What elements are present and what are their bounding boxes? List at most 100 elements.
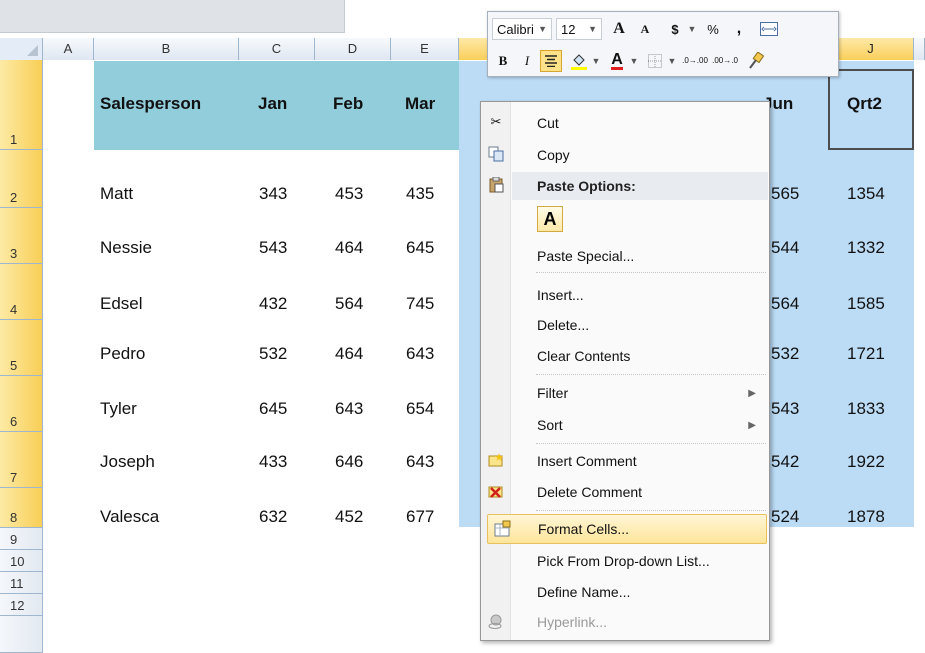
name-box[interactable] bbox=[0, 0, 345, 33]
row-header-8[interactable]: 8 bbox=[0, 488, 43, 528]
cell-jun[interactable]: 565 bbox=[771, 176, 799, 212]
cell-jan[interactable]: 343 bbox=[259, 176, 287, 212]
cell-jun[interactable]: 524 bbox=[771, 499, 799, 535]
menu-item-paste-special[interactable]: Paste Special... bbox=[512, 241, 768, 271]
row-header-13[interactable] bbox=[0, 616, 43, 653]
menu-item-insert[interactable]: Insert... bbox=[512, 280, 768, 310]
comma-style-button[interactable]: , bbox=[728, 18, 750, 40]
cell-feb[interactable]: 643 bbox=[335, 391, 363, 427]
fill-color-button[interactable] bbox=[568, 50, 590, 72]
currency-button[interactable]: $ bbox=[664, 18, 686, 40]
font-size-dropdown[interactable]: 12 ▼ bbox=[556, 18, 602, 40]
row-header-6[interactable]: 6 bbox=[0, 376, 43, 432]
header-feb[interactable]: Feb bbox=[333, 84, 363, 124]
column-header-j[interactable]: J bbox=[828, 38, 914, 60]
cell-mar[interactable]: 435 bbox=[406, 176, 434, 212]
column-header-d[interactable]: D bbox=[315, 38, 391, 60]
menu-item-copy[interactable]: Copy bbox=[488, 140, 768, 170]
cell-name[interactable]: Matt bbox=[100, 176, 133, 212]
cell-mar[interactable]: 677 bbox=[406, 499, 434, 535]
menu-item-delete-comment[interactable]: Delete Comment bbox=[488, 477, 768, 507]
cell-qrt2[interactable]: 1721 bbox=[847, 336, 885, 372]
cell-mar[interactable]: 643 bbox=[406, 444, 434, 480]
format-painter-button[interactable] bbox=[744, 50, 766, 72]
cell-name[interactable]: Valesca bbox=[100, 499, 159, 535]
cell-qrt2[interactable]: 1878 bbox=[847, 499, 885, 535]
cell-jun[interactable]: 544 bbox=[771, 230, 799, 266]
cell-feb[interactable]: 646 bbox=[335, 444, 363, 480]
cell-name[interactable]: Joseph bbox=[100, 444, 155, 480]
decrease-decimal-button[interactable]: .00→.0 bbox=[712, 50, 738, 72]
chevron-down-icon[interactable]: ▼ bbox=[590, 50, 602, 72]
cell-feb[interactable]: 453 bbox=[335, 176, 363, 212]
row-header-5[interactable]: 5 bbox=[0, 320, 43, 376]
cell-jan[interactable]: 632 bbox=[259, 499, 287, 535]
cell-mar[interactable]: 643 bbox=[406, 336, 434, 372]
grow-font-button[interactable]: A bbox=[608, 18, 630, 40]
column-header-e[interactable]: E bbox=[391, 38, 459, 60]
row-header-3[interactable]: 3 bbox=[0, 208, 43, 264]
italic-button[interactable]: I bbox=[516, 50, 538, 72]
borders-button[interactable] bbox=[644, 50, 666, 72]
merge-center-button[interactable] bbox=[758, 18, 780, 40]
cell-feb[interactable]: 464 bbox=[335, 336, 363, 372]
menu-item-pick-from-list[interactable]: Pick From Drop-down List... bbox=[512, 546, 768, 576]
cell-name[interactable]: Pedro bbox=[100, 336, 145, 372]
row-header-7[interactable]: 7 bbox=[0, 432, 43, 488]
cell-jun[interactable]: 542 bbox=[771, 444, 799, 480]
menu-item-sort[interactable]: Sort ▶ bbox=[512, 410, 768, 440]
cell-jun[interactable]: 532 bbox=[771, 336, 799, 372]
row-header-2[interactable]: 2 bbox=[0, 150, 43, 208]
font-name-dropdown[interactable]: Calibri ▼ bbox=[492, 18, 552, 40]
font-color-button[interactable]: A bbox=[606, 50, 628, 72]
cell-jan[interactable]: 543 bbox=[259, 230, 287, 266]
row-header-10[interactable]: 10 bbox=[0, 550, 43, 572]
cell-jan[interactable]: 645 bbox=[259, 391, 287, 427]
cell-mar[interactable]: 654 bbox=[406, 391, 434, 427]
menu-item-delete[interactable]: Delete... bbox=[512, 310, 768, 340]
chevron-down-icon[interactable]: ▼ bbox=[686, 18, 698, 40]
menu-item-hyperlink[interactable]: Hyperlink... bbox=[488, 607, 768, 637]
cell-name[interactable]: Nessie bbox=[100, 230, 152, 266]
center-align-button[interactable] bbox=[540, 50, 562, 72]
increase-decimal-button[interactable]: .0→.00 bbox=[682, 50, 708, 72]
cell-jan[interactable]: 433 bbox=[259, 444, 287, 480]
chevron-down-icon[interactable]: ▼ bbox=[666, 50, 678, 72]
column-header-a[interactable]: A bbox=[43, 38, 94, 60]
row-header-12[interactable]: 12 bbox=[0, 594, 43, 616]
header-qrt2[interactable]: Qrt2 bbox=[847, 84, 882, 124]
bold-button[interactable]: B bbox=[492, 50, 514, 72]
header-mar[interactable]: Mar bbox=[405, 84, 435, 124]
cell-mar[interactable]: 745 bbox=[406, 286, 434, 322]
header-salesperson[interactable]: Salesperson bbox=[100, 84, 201, 124]
menu-item-define-name[interactable]: Define Name... bbox=[512, 577, 768, 607]
cell-mar[interactable]: 645 bbox=[406, 230, 434, 266]
cell-jun[interactable]: 543 bbox=[771, 391, 799, 427]
cell-feb[interactable]: 464 bbox=[335, 230, 363, 266]
percent-button[interactable]: % bbox=[702, 18, 724, 40]
row-header-4[interactable]: 4 bbox=[0, 264, 43, 320]
shrink-font-button[interactable]: A bbox=[634, 18, 656, 40]
cell-name[interactable]: Edsel bbox=[100, 286, 143, 322]
cell-qrt2[interactable]: 1833 bbox=[847, 391, 885, 427]
chevron-down-icon[interactable]: ▼ bbox=[628, 50, 640, 72]
column-header-b[interactable]: B bbox=[94, 38, 239, 60]
paste-option-button[interactable]: A bbox=[537, 206, 563, 232]
header-jan[interactable]: Jan bbox=[258, 84, 287, 124]
column-header-c[interactable]: C bbox=[239, 38, 315, 60]
cell-jan[interactable]: 432 bbox=[259, 286, 287, 322]
cell-feb[interactable]: 564 bbox=[335, 286, 363, 322]
menu-item-insert-comment[interactable]: Insert Comment bbox=[488, 446, 768, 476]
cell-qrt2[interactable]: 1922 bbox=[847, 444, 885, 480]
cell-jan[interactable]: 532 bbox=[259, 336, 287, 372]
row-header-9[interactable]: 9 bbox=[0, 528, 43, 550]
cell-qrt2[interactable]: 1332 bbox=[847, 230, 885, 266]
menu-item-clear-contents[interactable]: Clear Contents bbox=[512, 341, 768, 371]
menu-item-cut[interactable]: ✂ Cut bbox=[491, 108, 768, 138]
select-all-corner[interactable] bbox=[0, 38, 43, 60]
cell-name[interactable]: Tyler bbox=[100, 391, 137, 427]
column-header-k[interactable] bbox=[914, 38, 925, 60]
menu-item-filter[interactable]: Filter ▶ bbox=[512, 378, 768, 408]
row-header-1[interactable]: 1 bbox=[0, 60, 43, 150]
row-header-11[interactable]: 11 bbox=[0, 572, 43, 594]
